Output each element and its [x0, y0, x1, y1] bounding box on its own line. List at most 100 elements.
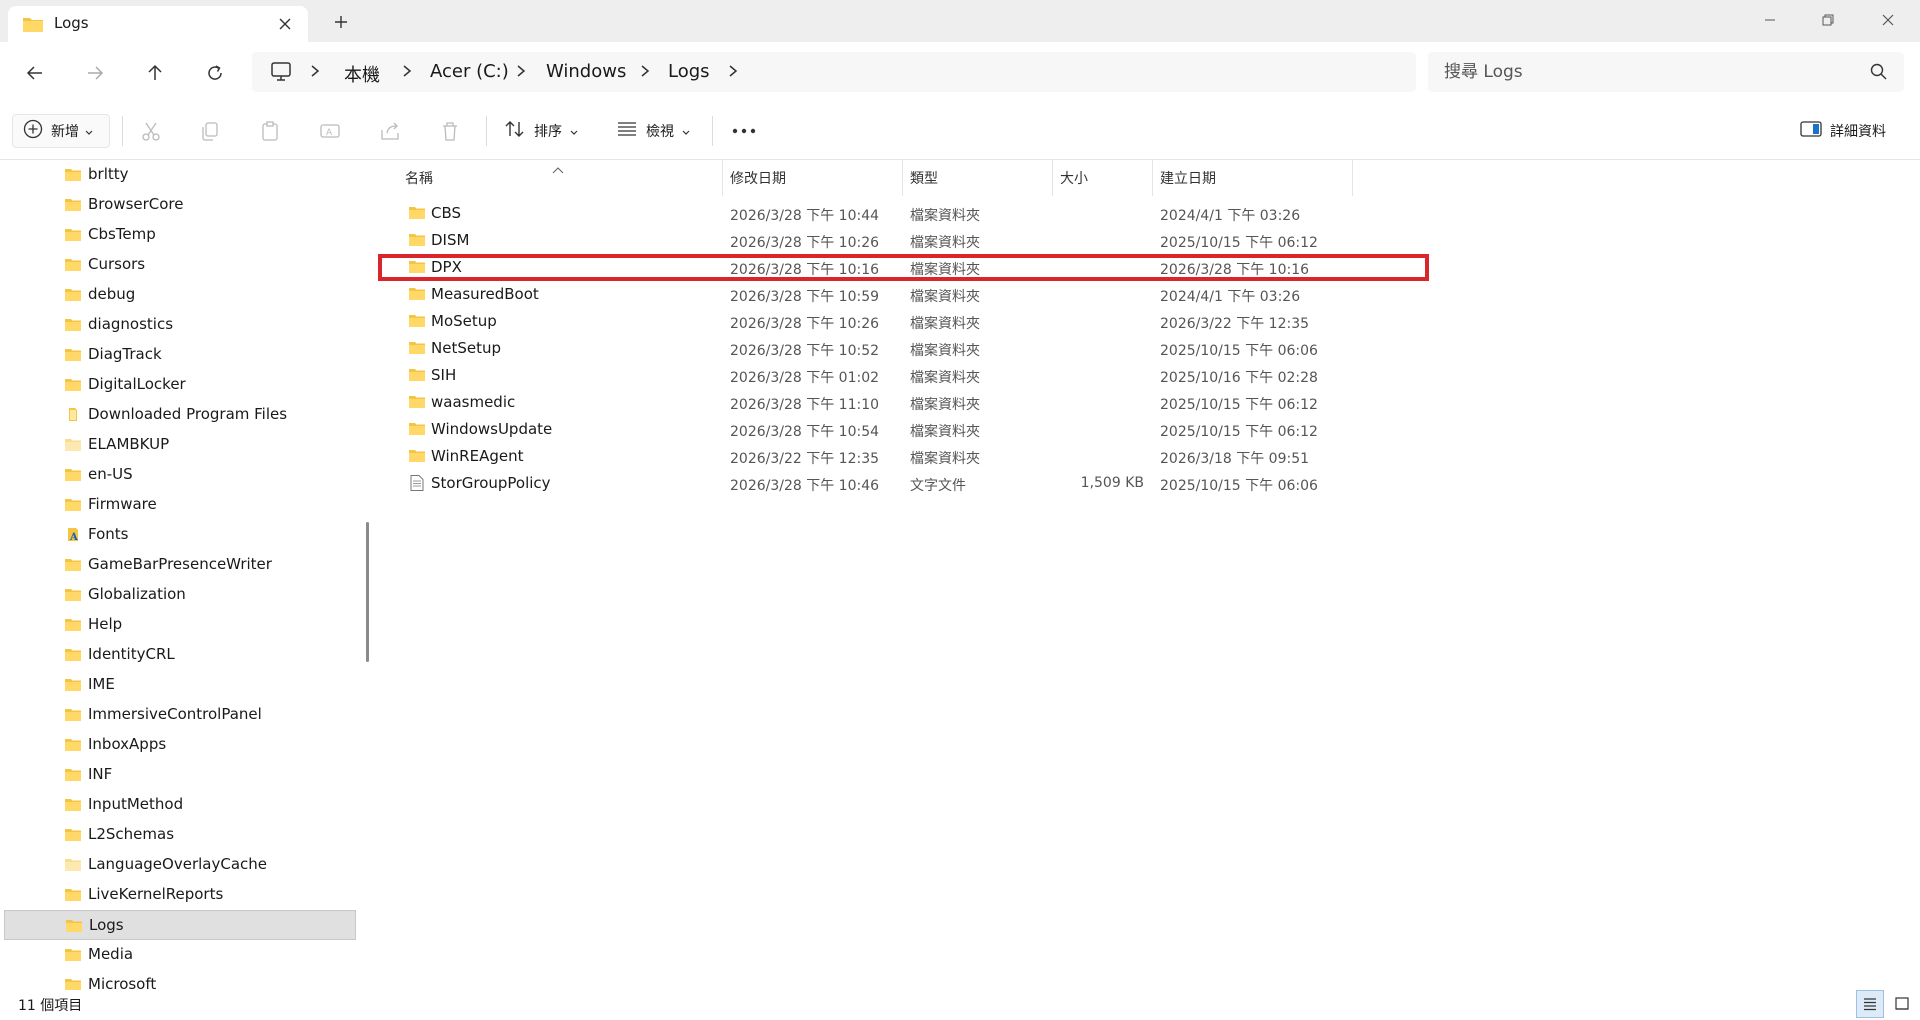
breadcrumb-drive[interactable]: Acer (C:): [430, 61, 509, 82]
file-size: 1,509 KB: [1080, 475, 1144, 491]
fonts-folder-icon: A: [64, 527, 82, 546]
column-header-size[interactable]: 大小: [1060, 168, 1088, 188]
column-header-modified[interactable]: 修改日期: [730, 168, 786, 188]
details-pane-button[interactable]: 詳細資料: [1800, 114, 1886, 148]
sidebar-item-browsercore[interactable]: BrowserCore: [4, 190, 356, 220]
chevron-right-icon[interactable]: [402, 64, 412, 82]
sidebar-item-logs[interactable]: Logs: [4, 910, 356, 940]
new-tab-button[interactable]: [328, 9, 354, 35]
column-header-type[interactable]: 類型: [910, 168, 938, 188]
sidebar-item-l2schemas[interactable]: L2Schemas: [4, 820, 356, 850]
sidebar-item-immersivecontrolpanel[interactable]: ImmersiveControlPanel: [4, 700, 356, 730]
column-divider[interactable]: [1152, 160, 1153, 196]
sidebar-item-debug[interactable]: debug: [4, 280, 356, 310]
breadcrumb-logs[interactable]: Logs: [668, 61, 710, 82]
sidebar-item-microsoft[interactable]: Microsoft: [4, 970, 356, 990]
sort-button[interactable]: 排序: [504, 114, 578, 148]
sidebar-item-label: Firmware: [88, 495, 157, 513]
back-button[interactable]: [18, 56, 52, 90]
tab-logs[interactable]: Logs: [8, 6, 308, 42]
column-header-name[interactable]: 名稱: [405, 168, 433, 188]
file-row-winreagent[interactable]: WinREAgent 2026/3/22 下午 12:35 檔案資料夾 2026…: [378, 443, 1778, 470]
column-header-created[interactable]: 建立日期: [1160, 168, 1216, 188]
sidebar-item-cbstemp[interactable]: CbsTemp: [4, 220, 356, 250]
sidebar-item-brltty[interactable]: brltty: [4, 160, 356, 190]
file-row-sih[interactable]: SIH 2026/3/28 下午 01:02 檔案資料夾 2025/10/16 …: [378, 362, 1778, 389]
paste-button[interactable]: [259, 114, 281, 148]
search-input[interactable]: [1444, 60, 1844, 84]
file-list[interactable]: 名稱 修改日期 類型 大小 建立日期 CBS 2026/3/28 下午 10:4…: [378, 160, 1920, 990]
column-divider[interactable]: [1352, 160, 1353, 196]
file-row-storgrouppolicy[interactable]: StorGroupPolicy 2026/3/28 下午 10:46 文字文件 …: [378, 470, 1778, 497]
sidebar-item-inputmethod[interactable]: InputMethod: [4, 790, 356, 820]
column-divider[interactable]: [722, 160, 723, 196]
new-button[interactable]: 新增: [12, 114, 110, 148]
close-tab-icon[interactable]: [272, 11, 298, 37]
sidebar-item-livekernelreports[interactable]: LiveKernelReports: [4, 880, 356, 910]
details-view-button[interactable]: [1856, 990, 1884, 1018]
list-view-icon: [616, 120, 638, 142]
folder-icon: [64, 677, 82, 696]
refresh-button[interactable]: [198, 56, 232, 90]
divider: [122, 116, 123, 146]
navigation-pane[interactable]: brltty BrowserCore CbsTemp Cursors debug…: [0, 160, 358, 990]
sidebar-item-languageoverlaycache[interactable]: LanguageOverlayCache: [4, 850, 356, 880]
sidebar-item-inf[interactable]: INF: [4, 760, 356, 790]
view-button[interactable]: 檢視: [616, 114, 690, 148]
sidebar-item-diagtrack[interactable]: DiagTrack: [4, 340, 356, 370]
file-name: SIH: [431, 366, 457, 384]
close-window-button[interactable]: [1868, 6, 1908, 34]
file-row-mosetup[interactable]: MoSetup 2026/3/28 下午 10:26 檔案資料夾 2026/3/…: [378, 308, 1778, 335]
sidebar-item-identitycrl[interactable]: IdentityCRL: [4, 640, 356, 670]
cut-button[interactable]: [140, 114, 162, 148]
up-button[interactable]: [138, 56, 172, 90]
sidebar-item-help[interactable]: Help: [4, 610, 356, 640]
column-divider[interactable]: [1052, 160, 1053, 196]
file-row-cbs[interactable]: CBS 2026/3/28 下午 10:44 檔案資料夾 2024/4/1 下午…: [378, 200, 1778, 227]
more-options-icon[interactable]: [732, 114, 756, 148]
sidebar-scrollbar-thumb[interactable]: [366, 522, 369, 662]
sidebar-item-downloaded-program-files[interactable]: Downloaded Program Files: [4, 400, 356, 430]
breadcrumb-windows[interactable]: Windows: [546, 61, 626, 82]
column-divider[interactable]: [902, 160, 903, 196]
file-row-measuredboot[interactable]: MeasuredBoot 2026/3/28 下午 10:59 檔案資料夾 20…: [378, 281, 1778, 308]
computer-icon[interactable]: [270, 62, 292, 86]
restore-button[interactable]: [1808, 6, 1848, 34]
sidebar-item-fonts[interactable]: A Fonts: [4, 520, 356, 550]
rename-button[interactable]: A: [319, 114, 341, 148]
sidebar-item-inboxapps[interactable]: InboxApps: [4, 730, 356, 760]
breadcrumb[interactable]: 本機 Acer (C:) Windows Logs: [252, 52, 1416, 92]
sidebar-item-media[interactable]: Media: [4, 940, 356, 970]
search-box[interactable]: [1428, 52, 1904, 92]
chevron-right-icon[interactable]: [516, 64, 526, 82]
minimize-button[interactable]: [1750, 6, 1790, 34]
sidebar-item-elambkup[interactable]: ELAMBKUP: [4, 430, 356, 460]
sidebar-item-ime[interactable]: IME: [4, 670, 356, 700]
large-icons-view-button[interactable]: [1888, 990, 1916, 1018]
sidebar-item-cursors[interactable]: Cursors: [4, 250, 356, 280]
address-bar: 本機 Acer (C:) Windows Logs: [0, 42, 1920, 102]
sidebar-item-label: CbsTemp: [88, 225, 156, 243]
sidebar-item-label: Cursors: [88, 255, 146, 273]
sidebar-item-gamebarpresencewriter[interactable]: GameBarPresenceWriter: [4, 550, 356, 580]
file-row-dism[interactable]: DISM 2026/3/28 下午 10:26 檔案資料夾 2025/10/15…: [378, 227, 1778, 254]
chevron-right-icon[interactable]: [728, 64, 738, 82]
copy-button[interactable]: [199, 114, 221, 148]
breadcrumb-this-pc[interactable]: 本機: [344, 61, 380, 87]
sidebar-item-diagnostics[interactable]: diagnostics: [4, 310, 356, 340]
file-created: 2025/10/15 下午 06:12: [1160, 424, 1318, 440]
sidebar-item-digitallocker[interactable]: DigitalLocker: [4, 370, 356, 400]
file-row-windowsupdate[interactable]: WindowsUpdate 2026/3/28 下午 10:54 檔案資料夾 2…: [378, 416, 1778, 443]
sidebar-item-firmware[interactable]: Firmware: [4, 490, 356, 520]
search-icon[interactable]: [1870, 63, 1887, 84]
chevron-right-icon[interactable]: [640, 64, 650, 82]
file-row-waasmedic[interactable]: waasmedic 2026/3/28 下午 11:10 檔案資料夾 2025/…: [378, 389, 1778, 416]
share-button[interactable]: [379, 114, 401, 148]
sidebar-item-en-us[interactable]: en-US: [4, 460, 356, 490]
sidebar-item-globalization[interactable]: Globalization: [4, 580, 356, 610]
forward-button[interactable]: [78, 56, 112, 90]
chevron-right-icon[interactable]: [310, 64, 320, 82]
file-row-netsetup[interactable]: NetSetup 2026/3/28 下午 10:52 檔案資料夾 2025/1…: [378, 335, 1778, 362]
delete-button[interactable]: [439, 114, 461, 148]
sidebar-item-label: Help: [88, 615, 123, 633]
